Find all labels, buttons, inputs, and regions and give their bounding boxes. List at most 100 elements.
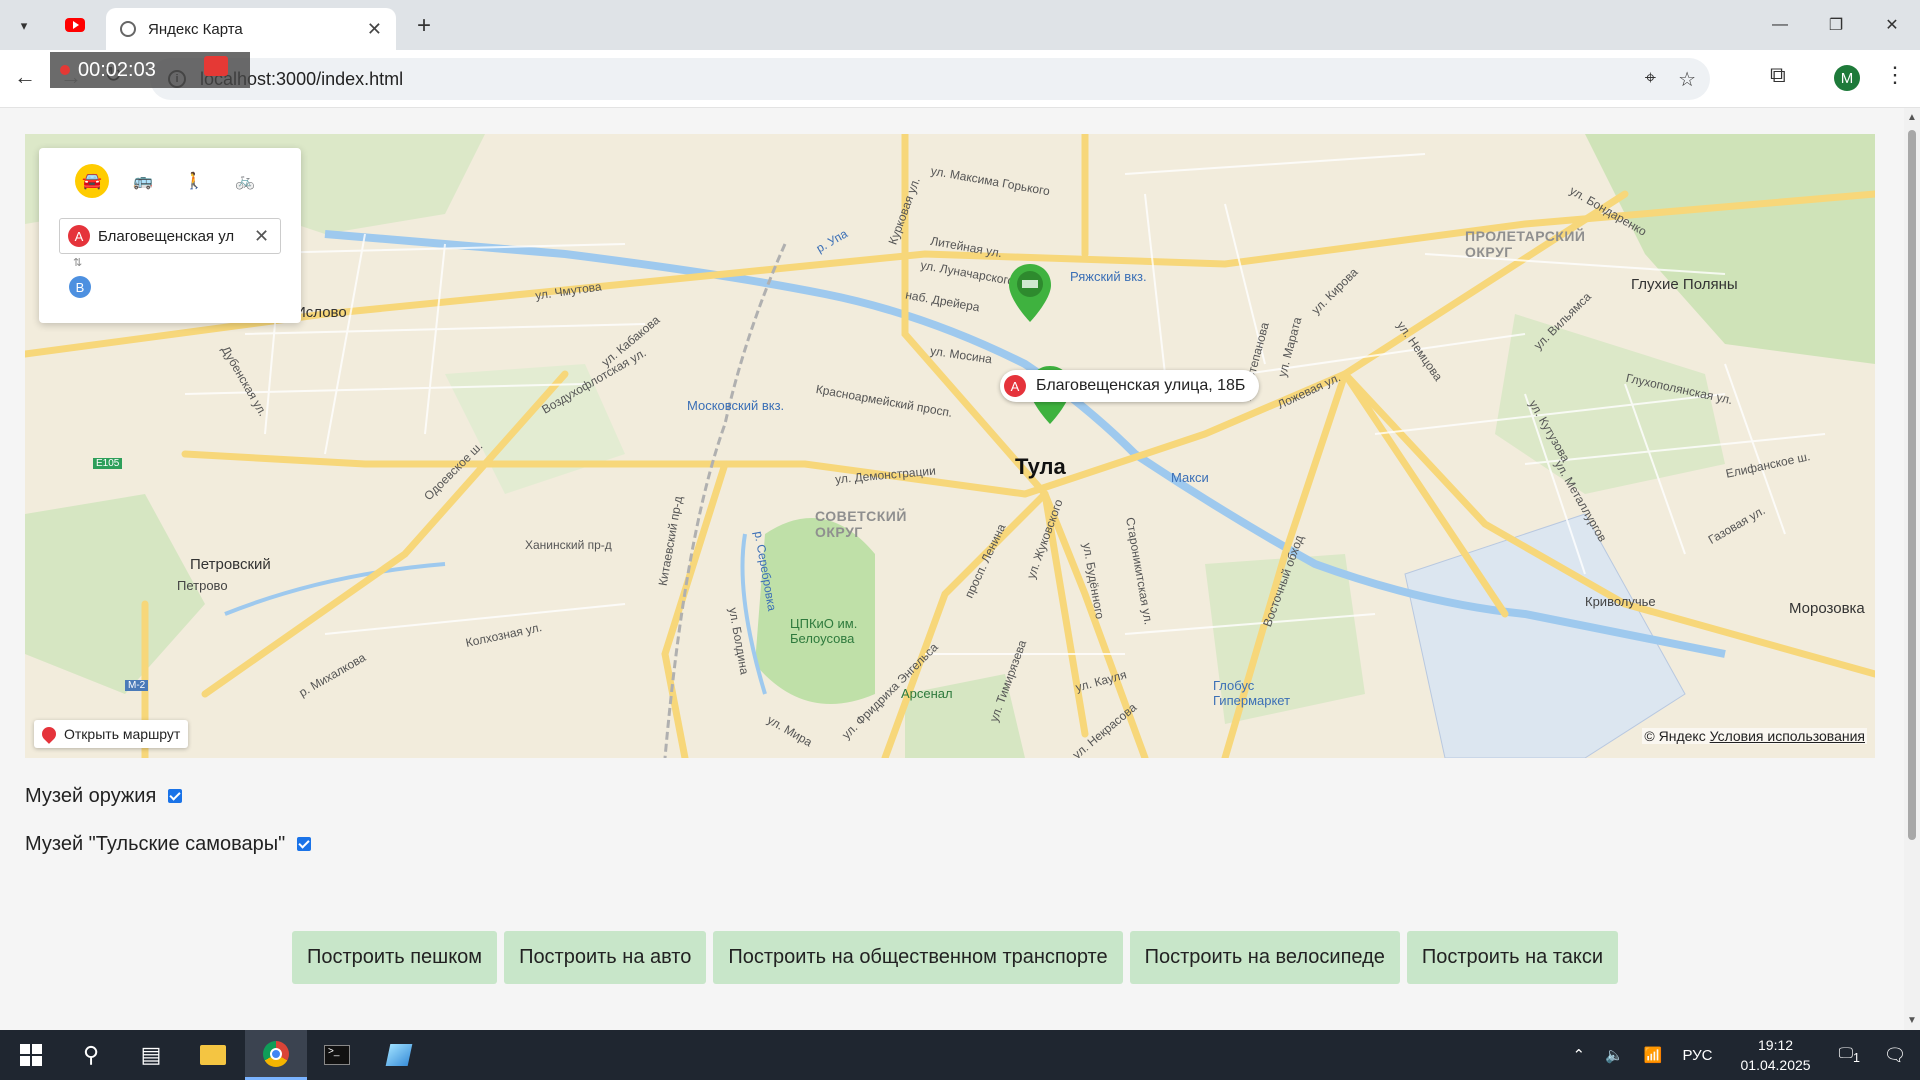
- recording-time: 00:02:03: [78, 58, 156, 81]
- point-a-badge: A: [68, 225, 90, 247]
- museum-label: Музей "Тульские самовары": [25, 832, 286, 855]
- place-label: Петровский: [190, 556, 271, 573]
- record-stop-button[interactable]: [204, 56, 228, 76]
- windows-icon: [20, 1044, 42, 1066]
- window-controls: — ❐ ✕: [1752, 0, 1920, 50]
- museum-checkbox[interactable]: [297, 837, 312, 851]
- tab-close-icon[interactable]: ✕: [367, 19, 382, 40]
- terminal-icon[interactable]: >_: [306, 1030, 368, 1080]
- tab-search-icon[interactable]: ▾: [10, 12, 38, 40]
- extensions-icon[interactable]: ⧉: [1770, 62, 1786, 88]
- walk-icon[interactable]: 🚶: [177, 164, 211, 198]
- browser-tabbar: ▾ Яндекс Карта ✕ + — ❐ ✕: [0, 0, 1920, 50]
- minimize-button[interactable]: —: [1752, 0, 1808, 50]
- car-route-button[interactable]: Построить на авто: [504, 931, 707, 984]
- clear-icon[interactable]: ✕: [254, 226, 269, 247]
- chrome-icon[interactable]: [245, 1030, 307, 1080]
- youtube-icon: [65, 18, 85, 32]
- swap-icon[interactable]: ⇅: [73, 256, 82, 269]
- taxi-route-button[interactable]: Построить на такси: [1406, 931, 1619, 984]
- copyright-text: © Яндекс: [1644, 728, 1706, 744]
- district-label: ПРОЛЕТАРСКИЙ ОКРУГ: [1465, 228, 1586, 260]
- transit-route-button[interactable]: Построить на общественном транспорте: [713, 931, 1123, 984]
- app-icon[interactable]: [368, 1030, 430, 1080]
- open-route-label: Открыть маршрут: [64, 726, 181, 742]
- store-label: Макси: [1171, 470, 1209, 485]
- start-button[interactable]: [0, 1030, 62, 1080]
- record-dot-icon: [60, 65, 70, 75]
- notification-count-icon[interactable]: 🖵1: [1839, 1045, 1860, 1065]
- bike-route-button[interactable]: Построить на велосипеде: [1129, 931, 1400, 984]
- clock-time: 19:12: [1758, 1037, 1794, 1053]
- map-pin-icon: [39, 724, 59, 744]
- restore-button[interactable]: ❐: [1808, 0, 1864, 50]
- notification-count: 1: [1853, 1051, 1860, 1065]
- bike-icon[interactable]: 🚲: [228, 164, 262, 198]
- page-content: ПРОЛЕТАРСКИЙ ОКРУГ СОВЕТСКИЙ ОКРУГ Глухи…: [0, 108, 1904, 1030]
- route-point-a-marker[interactable]: A Благовещенская улица, 18Б: [1000, 370, 1260, 402]
- point-b-badge[interactable]: B: [69, 276, 91, 298]
- place-label: Криволучье: [1585, 594, 1656, 609]
- task-view-icon[interactable]: ▤: [120, 1030, 182, 1080]
- transport-modes: 🚘 🚌 🚶 🚲: [75, 164, 262, 198]
- scroll-thumb[interactable]: [1908, 130, 1916, 840]
- language-indicator[interactable]: РУС: [1682, 1047, 1712, 1064]
- museum-checkbox[interactable]: [168, 789, 183, 803]
- museum-item: Музей "Тульские самовары": [25, 832, 312, 856]
- point-a-badge: A: [1004, 375, 1026, 397]
- clock-date: 01.04.2025: [1740, 1057, 1811, 1073]
- tab-title: Яндекс Карта: [148, 20, 243, 38]
- action-center-icon[interactable]: 🗨: [1870, 1045, 1920, 1066]
- network-icon[interactable]: 📶: [1644, 1046, 1663, 1064]
- highway-badge: E105: [93, 458, 123, 469]
- screen-recorder-overlay: 00:02:03: [50, 52, 250, 88]
- museum-pin-weapons[interactable]: [1007, 262, 1053, 324]
- profile-avatar[interactable]: M: [1834, 65, 1860, 91]
- place-label: Ислово: [295, 304, 347, 321]
- close-window-button[interactable]: ✕: [1864, 0, 1920, 50]
- museum-checklist: Музей оружия Музей "Тульские самовары": [25, 784, 312, 880]
- scroll-up-icon[interactable]: ▲: [1907, 112, 1917, 123]
- place-label: Морозовка: [1789, 600, 1865, 617]
- volume-icon[interactable]: 🔈: [1605, 1046, 1624, 1064]
- address-label: Благовещенская улица, 18Б: [1036, 377, 1246, 394]
- car-icon[interactable]: 🚘: [75, 164, 109, 198]
- show-hidden-icons[interactable]: ⌃: [1573, 1046, 1586, 1064]
- map-copyright: © Яндекс Условия использования: [1642, 728, 1867, 744]
- page-scrollbar[interactable]: ▲ ▼: [1904, 108, 1920, 1030]
- district-label: СОВЕТСКИЙ ОКРУГ: [815, 508, 907, 540]
- browser-menu-icon[interactable]: ⋮: [1884, 62, 1906, 88]
- station-label: Ряжский вкз.: [1070, 269, 1147, 284]
- youtube-tab[interactable]: [60, 14, 90, 36]
- map-base-layer: [25, 134, 1875, 758]
- open-route-button[interactable]: Открыть маршрут: [34, 720, 189, 748]
- terms-link[interactable]: Условия использования: [1710, 728, 1865, 744]
- park-label: ЦПКиО им. Белоусова: [790, 616, 858, 646]
- street-label: Ханинский пр-д: [525, 538, 612, 552]
- bookmark-star-icon[interactable]: ☆: [1678, 67, 1696, 92]
- bus-icon[interactable]: 🚌: [126, 164, 160, 198]
- search-icon[interactable]: ⚲: [60, 1030, 122, 1080]
- station-label: Московский вкз.: [687, 398, 785, 413]
- file-explorer-icon[interactable]: [182, 1030, 244, 1080]
- place-label: Глухие Поляны: [1631, 276, 1738, 293]
- highway-badge: M-2: [125, 680, 149, 691]
- route-buttons: Построить пешком Построить на авто Постр…: [292, 931, 1619, 984]
- route-from-value: Благовещенская ул: [98, 227, 235, 245]
- museum-label: Музей оружия: [25, 784, 157, 807]
- globe-icon: [120, 21, 136, 37]
- location-icon[interactable]: ⌖: [1645, 67, 1656, 92]
- scroll-down-icon[interactable]: ▼: [1907, 1015, 1917, 1026]
- address-bar: ← → ↻ i localhost:3000/index.html ⌖ ☆: [0, 50, 1920, 108]
- clock[interactable]: 19:12 01.04.2025: [1741, 1035, 1811, 1075]
- windows-taskbar: ⚲ ▤ >_ ⌃ 🔈 📶 РУС 19:12 01.04.2025 🖵1 🗨: [0, 1030, 1920, 1080]
- back-icon[interactable]: ←: [14, 64, 36, 90]
- active-tab[interactable]: Яндекс Карта ✕: [106, 8, 396, 50]
- route-from-input[interactable]: A Благовещенская ул ✕: [59, 218, 281, 254]
- place-label: Арсенал: [901, 686, 953, 701]
- url-input[interactable]: i localhost:3000/index.html ⌖ ☆: [150, 58, 1710, 100]
- place-label: Петрово: [177, 578, 228, 593]
- walk-route-button[interactable]: Построить пешком: [292, 931, 498, 984]
- new-tab-button[interactable]: +: [410, 12, 438, 40]
- yandex-map[interactable]: ПРОЛЕТАРСКИЙ ОКРУГ СОВЕТСКИЙ ОКРУГ Глухи…: [25, 134, 1875, 758]
